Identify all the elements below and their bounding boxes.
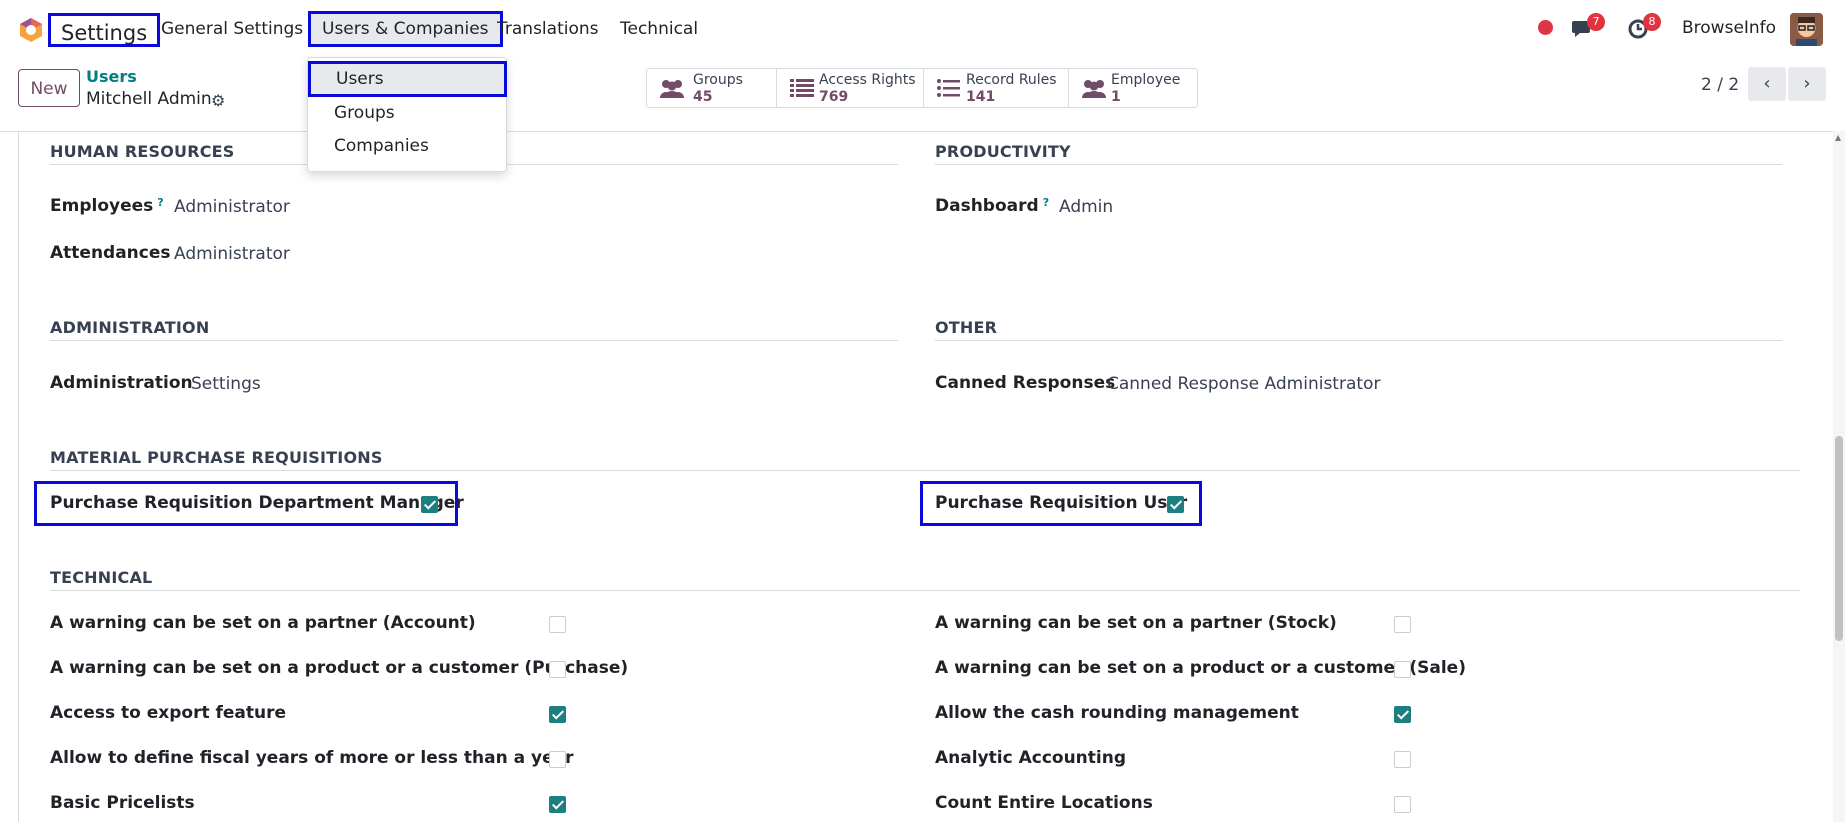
list-icon <box>937 79 960 97</box>
employees-value[interactable]: Administrator <box>174 197 290 217</box>
messages-badge: 7 <box>1587 13 1605 31</box>
tech-right-checkbox-5[interactable] <box>1394 796 1411 813</box>
tech-right-label-3: Allow the cash rounding management <box>935 703 1299 723</box>
attendances-label: Attendances <box>50 243 171 263</box>
tech-left-checkbox-1[interactable] <box>549 616 566 633</box>
smart-buttons: Groups 45 Access Rights 769 Record Rules… <box>646 68 1198 108</box>
activities-badge: 8 <box>1643 13 1661 31</box>
section-divider <box>935 340 1782 341</box>
employee-label: Employee <box>1111 72 1181 88</box>
tech-right-checkbox-4[interactable] <box>1394 751 1411 768</box>
section-divider <box>935 164 1782 165</box>
record-rules-smart-button[interactable]: Record Rules 141 <box>924 69 1069 107</box>
access-rights-smart-button[interactable]: Access Rights 769 <box>777 69 924 107</box>
section-divider <box>50 470 1800 471</box>
section-title-technical: TECHNICAL <box>50 568 153 587</box>
help-tooltip-icon[interactable]: ? <box>157 196 163 209</box>
pr-user-checkbox[interactable] <box>1167 496 1184 513</box>
users-group-icon <box>1082 80 1106 98</box>
company-switcher[interactable]: BrowseInfo <box>1682 18 1776 38</box>
groups-label: Groups <box>693 72 743 88</box>
recording-status-icon[interactable] <box>1538 20 1553 35</box>
users-group-icon <box>660 80 684 98</box>
section-title-material-purchase-requisitions: MATERIAL PURCHASE REQUISITIONS <box>50 448 383 467</box>
administration-value[interactable]: Settings <box>191 374 261 394</box>
record-rules-count: 141 <box>966 89 996 105</box>
tech-right-label-5: Count Entire Locations <box>935 793 1153 813</box>
employee-smart-button[interactable]: Employee 1 <box>1069 69 1197 107</box>
canned-responses-value[interactable]: Canned Response Administrator <box>1107 374 1380 394</box>
tech-right-checkbox-1[interactable] <box>1394 616 1411 633</box>
tech-left-label-4: Allow to define fiscal years of more or … <box>50 748 574 768</box>
breadcrumb-current-record: Mitchell Admin <box>86 89 212 109</box>
tech-right-checkbox-3[interactable] <box>1394 706 1411 723</box>
tech-right-checkbox-2[interactable] <box>1394 661 1411 678</box>
new-button[interactable]: New <box>18 69 80 107</box>
administration-label: Administration <box>50 373 193 393</box>
section-title-human-resources: HUMAN RESOURCES <box>50 142 235 161</box>
attendances-value[interactable]: Administrator <box>174 244 290 264</box>
tech-left-label-5: Basic Pricelists <box>50 793 195 813</box>
section-divider <box>50 340 898 341</box>
employee-count: 1 <box>1111 89 1121 105</box>
canned-responses-label: Canned Responses <box>935 373 1116 393</box>
menu-technical[interactable]: Technical <box>620 19 698 39</box>
dashboard-label: Dashboard? <box>935 196 1050 216</box>
pager-previous-button[interactable]: ‹ <box>1748 67 1786 101</box>
breadcrumb-users-link[interactable]: Users <box>86 67 137 86</box>
access-rights-label: Access Rights <box>819 72 916 88</box>
dropdown-item-companies[interactable]: Companies <box>334 136 429 156</box>
section-title-other: OTHER <box>935 318 998 337</box>
control-panel: New Users Mitchell Admin ⚙ Groups 45 Acc… <box>0 57 1845 132</box>
tech-right-label-2: A warning can be set on a product or a c… <box>935 658 1466 678</box>
tech-right-label-4: Analytic Accounting <box>935 748 1127 768</box>
tech-left-checkbox-4[interactable] <box>549 751 566 768</box>
scrollbar-thumb[interactable] <box>1835 436 1843 641</box>
pr-user-label: Purchase Requisition User <box>935 493 1188 513</box>
access-rights-count: 769 <box>819 89 849 105</box>
gear-icon[interactable]: ⚙ <box>211 91 225 110</box>
dropdown-item-groups[interactable]: Groups <box>334 103 395 123</box>
form-sheet: HUMAN RESOURCES Employees? Administrator… <box>18 131 1826 822</box>
employees-label: Employees? <box>50 196 164 216</box>
menu-users-companies[interactable]: Users & Companies <box>308 11 503 47</box>
groups-count: 45 <box>693 89 713 105</box>
pr-department-manager-label: Purchase Requisition Department Manager <box>50 493 464 513</box>
tech-left-checkbox-5[interactable] <box>549 796 566 813</box>
tech-left-label-2: A warning can be set on a product or a c… <box>50 658 629 678</box>
record-rules-label: Record Rules <box>966 72 1057 88</box>
scroll-up-arrow-icon[interactable]: ▲ <box>1835 133 1841 142</box>
tech-left-label-3: Access to export feature <box>50 703 287 723</box>
odoo-app-logo-icon[interactable] <box>18 17 44 43</box>
list-icon <box>790 79 814 97</box>
tech-left-label-1: A warning can be set on a partner (Accou… <box>50 613 476 633</box>
menu-translations[interactable]: Translations <box>497 19 599 39</box>
top-navbar: Settings General Settings Users & Compan… <box>0 0 1845 57</box>
help-tooltip-icon[interactable]: ? <box>1043 196 1049 209</box>
dashboard-value[interactable]: Admin <box>1059 197 1113 217</box>
pager-next-button[interactable]: › <box>1788 67 1826 101</box>
section-title-administration: ADMINISTRATION <box>50 318 210 337</box>
user-avatar[interactable] <box>1790 13 1823 46</box>
tech-right-label-1: A warning can be set on a partner (Stock… <box>935 613 1337 633</box>
section-divider <box>50 590 1800 591</box>
vertical-scrollbar[interactable]: ▲ <box>1833 131 1845 822</box>
section-title-productivity: PRODUCTIVITY <box>935 142 1071 161</box>
dropdown-item-users[interactable]: Users <box>308 61 507 97</box>
pr-department-manager-checkbox[interactable] <box>421 496 438 513</box>
users-companies-dropdown: Users Groups Companies <box>307 57 507 172</box>
groups-smart-button[interactable]: Groups 45 <box>647 69 777 107</box>
tech-left-checkbox-2[interactable] <box>549 661 566 678</box>
menu-general-settings[interactable]: General Settings <box>161 19 303 39</box>
app-title[interactable]: Settings <box>48 13 161 47</box>
tech-left-checkbox-3[interactable] <box>549 706 566 723</box>
pager-value[interactable]: 2 / 2 <box>1701 75 1739 95</box>
